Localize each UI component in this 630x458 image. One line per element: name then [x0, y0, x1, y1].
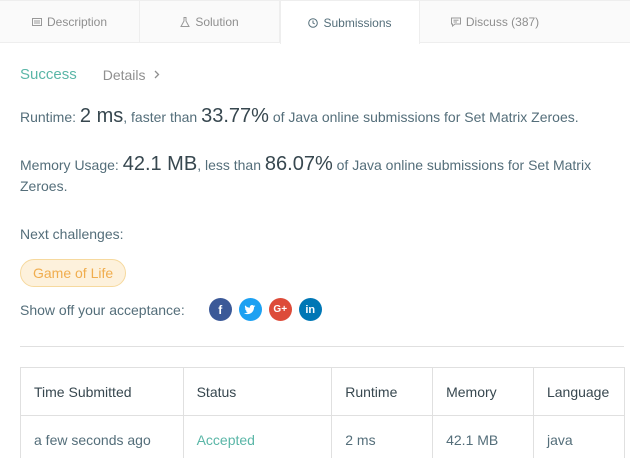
challenge-tag-game-of-life[interactable]: Game of Life: [20, 259, 127, 287]
flask-icon: [180, 17, 191, 27]
cell-status-link[interactable]: Accepted: [182, 415, 333, 458]
cell-time-submitted: a few seconds ago: [20, 415, 184, 458]
next-challenges-label: Next challenges:: [20, 226, 124, 242]
result-status: Success: [20, 66, 77, 83]
tab-solution[interactable]: Solution: [140, 1, 280, 43]
linkedin-icon[interactable]: in: [298, 298, 322, 321]
share-row: Show off your acceptance: f G+ in: [20, 298, 322, 321]
table-row: a few seconds ago Accepted 2 ms 42.1 MB …: [20, 415, 626, 458]
clock-icon: [308, 17, 319, 28]
tab-description[interactable]: Description: [0, 1, 140, 43]
memory-mid: , less than: [197, 157, 262, 173]
header-language: Language: [532, 367, 626, 416]
runtime-suffix: of Java online submissions for Set Matri…: [272, 109, 579, 125]
twitter-icon[interactable]: [238, 298, 262, 321]
share-label: Show off your acceptance:: [20, 301, 185, 318]
submissions-table: Time Submitted Status Runtime Memory Lan…: [20, 367, 626, 458]
memory-value: 42.1 MB: [122, 153, 198, 175]
comment-icon: [450, 17, 461, 27]
header-runtime: Runtime: [331, 367, 434, 416]
share-icons: f G+ in: [208, 298, 322, 321]
tab-label: Description: [46, 15, 108, 29]
details-label: Details: [102, 66, 146, 83]
table-header-row: Time Submitted Status Runtime Memory Lan…: [20, 367, 626, 416]
tab-label: Solution: [195, 15, 239, 29]
tab-bar: Description Solution Submissions Discuss…: [0, 0, 630, 44]
description-icon: [31, 18, 42, 26]
tab-label: Discuss (387): [465, 15, 540, 29]
tab-submissions[interactable]: Submissions: [280, 1, 420, 44]
chevron-right-icon: [154, 70, 159, 79]
result-header: Success Details: [20, 66, 160, 83]
runtime-value: 2 ms: [79, 105, 124, 127]
memory-stat: Memory Usage: 42.1 MB, less than 86.07% …: [20, 154, 610, 197]
memory-percent: 86.07%: [264, 153, 333, 175]
header-time-submitted: Time Submitted: [20, 367, 184, 416]
runtime-prefix: Runtime:: [20, 109, 77, 125]
tab-label: Submissions: [323, 15, 392, 30]
cell-memory: 42.1 MB: [432, 415, 534, 458]
runtime-percent: 33.77%: [201, 105, 269, 127]
runtime-mid: , faster than: [123, 109, 198, 125]
tab-discuss[interactable]: Discuss (387): [420, 1, 570, 43]
cell-runtime: 2 ms: [331, 415, 434, 458]
details-link[interactable]: Details: [103, 67, 160, 83]
header-status: Status: [182, 367, 333, 416]
memory-prefix: Memory Usage:: [20, 157, 119, 173]
divider: [20, 346, 624, 347]
header-memory: Memory: [432, 367, 534, 416]
runtime-stat: Runtime: 2 ms, faster than 33.77% of Jav…: [20, 106, 610, 128]
cell-language: java: [532, 415, 626, 458]
google-plus-icon[interactable]: G+: [268, 298, 292, 321]
facebook-icon[interactable]: f: [208, 298, 232, 321]
